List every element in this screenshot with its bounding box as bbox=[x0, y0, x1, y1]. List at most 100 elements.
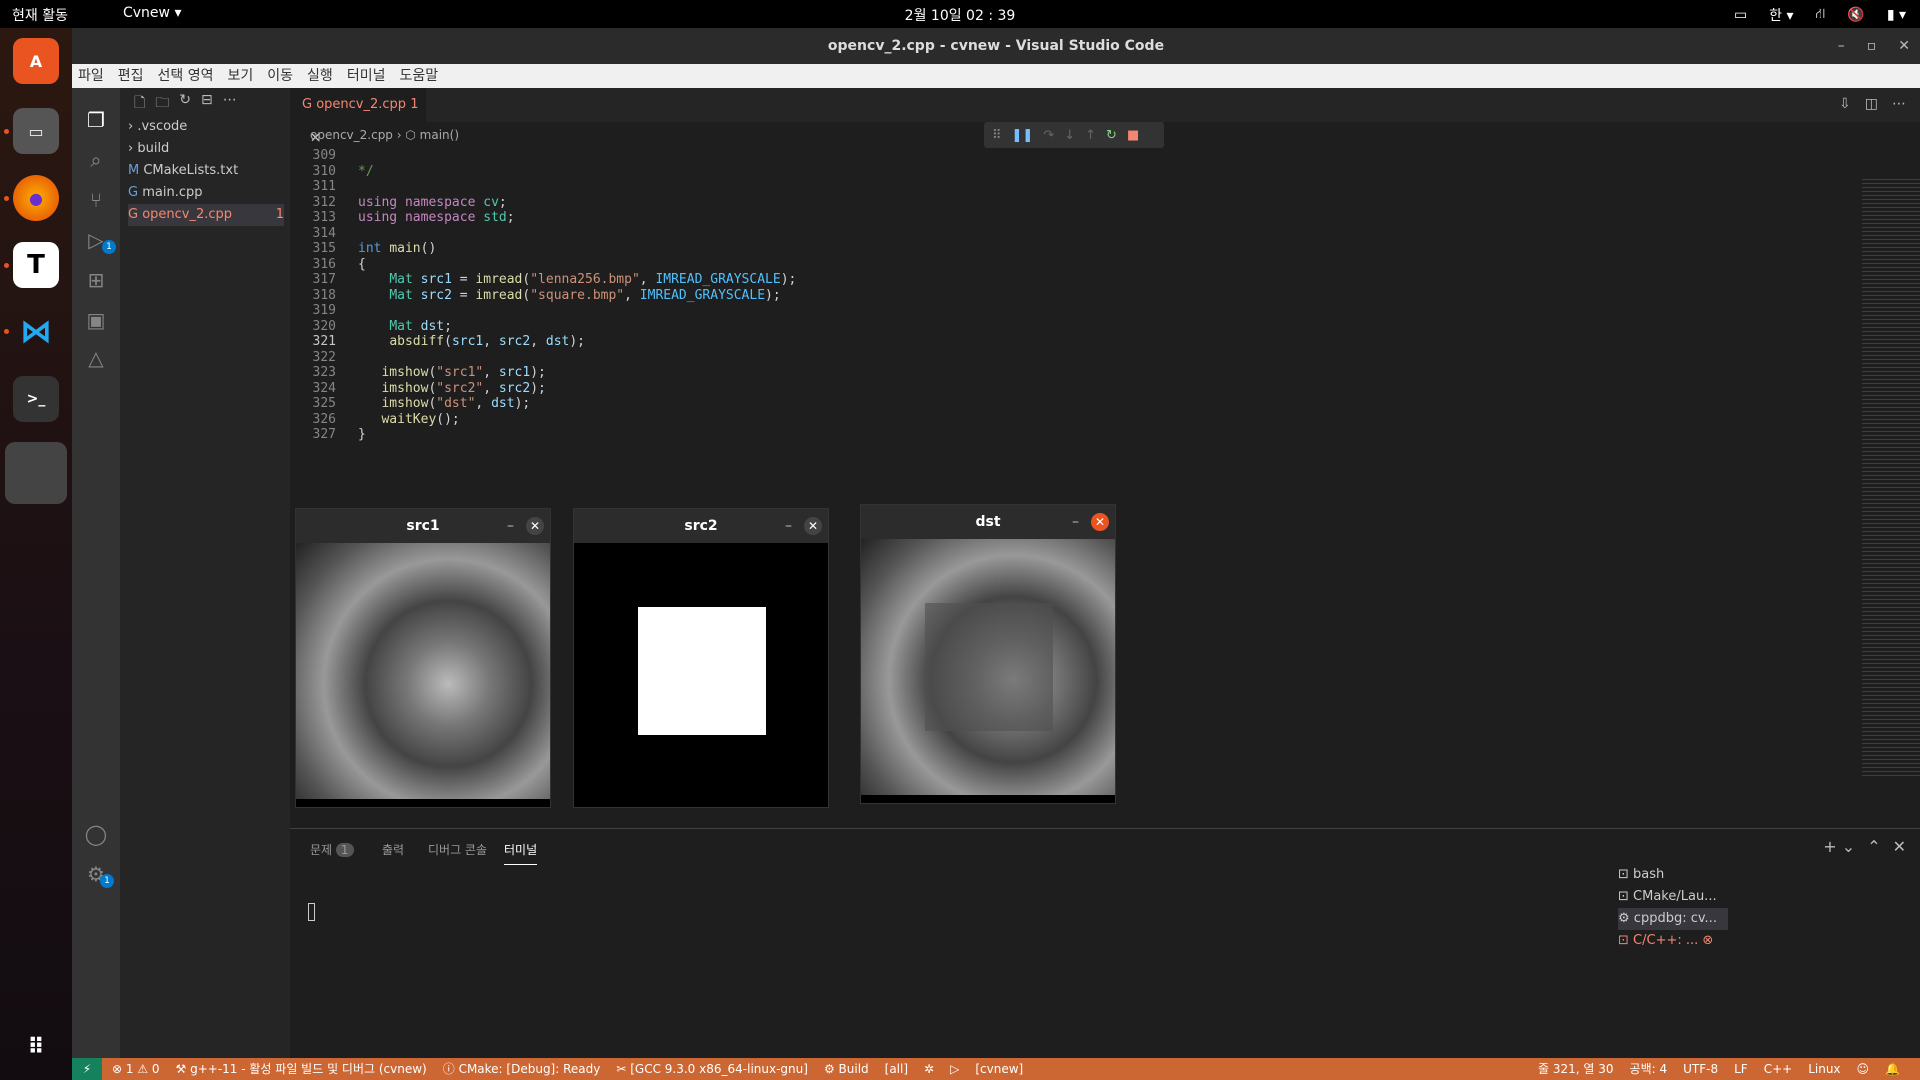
remote-explorer-icon[interactable]: ▣ bbox=[84, 308, 108, 332]
task-status[interactable]: ⚒ g++-11 - 활성 파일 빌드 및 디버그 (cvnew) bbox=[176, 1058, 427, 1080]
code-line[interactable]: { bbox=[358, 257, 366, 272]
close-icon[interactable]: ✕ bbox=[526, 517, 544, 535]
menu-view[interactable]: 보기 bbox=[228, 64, 254, 88]
code-line[interactable]: using namespace std; bbox=[358, 210, 515, 225]
menu-help[interactable]: 도움말 bbox=[399, 64, 438, 88]
opencv-windows-icon[interactable] bbox=[5, 442, 67, 504]
pause-icon[interactable]: ❚❚ bbox=[1012, 128, 1034, 143]
tab-problems[interactable]: 문제 1 bbox=[310, 841, 354, 858]
minimize-icon[interactable]: – bbox=[507, 509, 514, 543]
close-panel-icon[interactable]: ✕ bbox=[1893, 837, 1906, 856]
terminal-cursor[interactable] bbox=[308, 903, 315, 921]
language-mode[interactable]: C++ bbox=[1764, 1058, 1793, 1080]
terminal-icon[interactable]: >_ bbox=[13, 376, 59, 422]
code-line[interactable]: } bbox=[358, 427, 366, 442]
drag-handle-icon[interactable]: ⠿ bbox=[992, 128, 1002, 143]
more-actions-icon[interactable]: ⋯ bbox=[223, 92, 237, 116]
split-editor-icon[interactable]: ◫ bbox=[1865, 96, 1878, 112]
tab-terminal[interactable]: 터미널 bbox=[504, 841, 538, 865]
cv-window-title-bar[interactable]: src2 – ✕ bbox=[574, 509, 828, 543]
menu-edit[interactable]: 편집 bbox=[118, 64, 144, 88]
cmake-icon[interactable]: △ bbox=[84, 346, 108, 370]
tree-item-opencv2-cpp[interactable]: G opencv_2.cpp 1 bbox=[128, 204, 284, 226]
eol[interactable]: LF bbox=[1734, 1058, 1748, 1080]
compare-icon[interactable]: ⇩ bbox=[1839, 96, 1851, 112]
tree-item-main-cpp[interactable]: G main.cpp bbox=[128, 182, 284, 204]
network-icon[interactable]: ⛙ bbox=[1816, 6, 1826, 24]
cv-window-src1[interactable]: src1 – ✕ bbox=[295, 508, 551, 808]
code-line[interactable]: Mat src2 = imread("square.bmp", IMREAD_G… bbox=[358, 288, 780, 303]
cv-window-src2[interactable]: src2 – ✕ bbox=[573, 508, 829, 808]
code-line[interactable]: using namespace cv; bbox=[358, 195, 507, 210]
code-line[interactable]: absdiff(src1, src2, dst); bbox=[358, 334, 585, 349]
cv-window-title-bar[interactable]: dst – ✕ bbox=[861, 505, 1115, 539]
tab-debug-console[interactable]: 디버그 콘솔 bbox=[428, 841, 487, 858]
minimize-icon[interactable]: – bbox=[1838, 28, 1845, 64]
more-icon[interactable]: ⋯ bbox=[1892, 96, 1906, 112]
minimize-icon[interactable]: – bbox=[1072, 505, 1079, 539]
tree-item-vscode[interactable]: › .vscode bbox=[128, 116, 284, 138]
close-icon[interactable]: ✕ bbox=[1091, 513, 1109, 531]
minimap[interactable] bbox=[1862, 176, 1920, 776]
files-icon[interactable]: ▭ bbox=[13, 108, 59, 154]
clock[interactable]: 2월 10일 02 : 39 bbox=[0, 5, 1920, 25]
software-center-icon[interactable]: A bbox=[13, 38, 59, 84]
collapse-icon[interactable]: ⊟ bbox=[201, 92, 213, 116]
breadcrumb-file[interactable]: opencv_2.cpp bbox=[310, 128, 393, 142]
tab-output[interactable]: 출력 bbox=[382, 841, 404, 858]
account-icon[interactable]: ◯ bbox=[84, 822, 108, 846]
system-tray[interactable]: ▭ 한 ▾ ⛙ 🔇 ▮ ▾ bbox=[1734, 5, 1906, 25]
menu-file[interactable]: 파일 bbox=[78, 64, 104, 88]
tree-item-cmakelists[interactable]: M CMakeLists.txt bbox=[128, 160, 284, 182]
breadcrumb-symbol[interactable]: main() bbox=[420, 128, 459, 142]
firefox-icon[interactable]: ● bbox=[13, 175, 59, 221]
step-out-icon[interactable]: ↑ bbox=[1085, 128, 1096, 143]
code-line[interactable]: */ bbox=[358, 164, 374, 179]
os-status[interactable]: Linux bbox=[1808, 1058, 1840, 1080]
volume-icon[interactable]: 🔇 bbox=[1847, 7, 1864, 23]
terminal-item-cmake[interactable]: ⊡ CMake/Lau... bbox=[1618, 886, 1728, 908]
extensions-icon[interactable]: ⊞ bbox=[84, 268, 108, 292]
new-folder-icon[interactable]: 🗀 bbox=[155, 92, 169, 116]
ime-indicator[interactable]: 한 ▾ bbox=[1769, 5, 1793, 25]
terminal-item-bash[interactable]: ⊡ bash bbox=[1618, 864, 1728, 886]
show-apps-icon[interactable]: ⠿ bbox=[13, 1024, 59, 1070]
problems-status[interactable]: ⊗ 1 ⚠ 0 bbox=[112, 1058, 160, 1080]
build-button[interactable]: ⚙ Build bbox=[824, 1058, 869, 1080]
refresh-icon[interactable]: ↻ bbox=[179, 92, 191, 116]
code-line[interactable]: imshow("src1", src1); bbox=[358, 365, 545, 380]
project-status[interactable]: [cvnew] bbox=[975, 1058, 1023, 1080]
keyboard-icon[interactable]: ▭ bbox=[1734, 7, 1747, 23]
cv-window-dst[interactable]: dst – ✕ bbox=[860, 504, 1116, 804]
code-editor[interactable]: 309 310 */ 311 312 using namespace cv; 313 usin… bbox=[290, 148, 1802, 528]
menu-selection[interactable]: 선택 영역 bbox=[158, 64, 214, 88]
target-status[interactable]: [all] bbox=[885, 1058, 908, 1080]
notifications-icon[interactable]: 🔔 bbox=[1885, 1058, 1900, 1080]
feedback-icon[interactable]: ☺ bbox=[1857, 1058, 1870, 1080]
code-line[interactable]: waitKey(); bbox=[358, 412, 459, 427]
maximize-panel-icon[interactable]: ⌃ bbox=[1867, 837, 1880, 856]
source-control-icon[interactable]: ⑂ bbox=[84, 188, 108, 212]
close-icon[interactable]: ✕ bbox=[804, 517, 822, 535]
cmake-status[interactable]: ⓘ CMake: [Debug]: Ready bbox=[443, 1058, 601, 1080]
battery-icon[interactable]: ▮ ▾ bbox=[1887, 7, 1906, 23]
kit-status[interactable]: ✂ [GCC 9.3.0 x86_64-linux-gnu] bbox=[616, 1058, 808, 1080]
menu-run[interactable]: 실행 bbox=[307, 64, 333, 88]
step-into-icon[interactable]: ↓ bbox=[1064, 128, 1075, 143]
code-line[interactable]: int main() bbox=[358, 241, 436, 256]
terminal-item-cppdbg[interactable]: ⚙ cppdbg: cv... bbox=[1618, 908, 1728, 930]
cursor-position[interactable]: 줄 321, 열 30 bbox=[1538, 1058, 1614, 1080]
explorer-icon[interactable]: ❐ bbox=[84, 108, 108, 132]
remote-icon[interactable]: ⚡ bbox=[72, 1058, 102, 1080]
menu-terminal[interactable]: 터미널 bbox=[347, 64, 386, 88]
code-line[interactable]: imshow("src2", src2); bbox=[358, 381, 545, 396]
text-editor-icon[interactable]: T bbox=[13, 242, 59, 288]
vscode-icon[interactable]: ⋈ bbox=[13, 308, 59, 354]
new-terminal-icon[interactable]: + ⌄ bbox=[1823, 837, 1855, 856]
menu-go[interactable]: 이동 bbox=[267, 64, 293, 88]
code-line[interactable]: Mat dst; bbox=[358, 319, 452, 334]
close-icon[interactable]: ✕ bbox=[1898, 28, 1910, 64]
run-icon[interactable]: ▷ bbox=[950, 1058, 959, 1080]
indentation[interactable]: 공백: 4 bbox=[1630, 1058, 1668, 1080]
stop-icon[interactable]: ■ bbox=[1127, 128, 1139, 143]
